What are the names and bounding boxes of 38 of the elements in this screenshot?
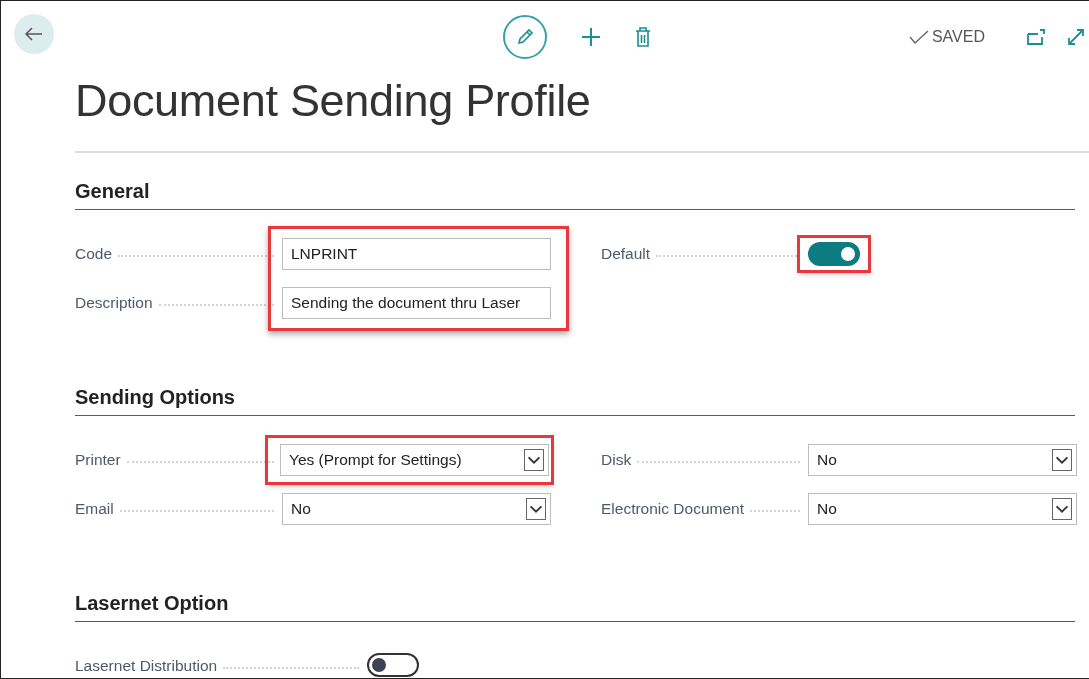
back-arrow-icon	[25, 27, 43, 41]
field-label: Description	[75, 293, 153, 314]
back-button[interactable]	[14, 14, 54, 54]
text-field[interactable]: Sending the document thru Laser	[282, 287, 551, 319]
field-label: Lasernet Distribution	[75, 656, 218, 677]
plus-icon	[581, 27, 601, 47]
field-label: Disk	[601, 450, 632, 471]
window-icon	[1027, 29, 1045, 45]
delete-button[interactable]	[635, 27, 651, 47]
dropdown-field[interactable]: Yes (Prompt for Settings)	[280, 444, 549, 476]
toggle-switch[interactable]	[367, 653, 420, 677]
field-label: Default	[601, 244, 651, 265]
field-label: Printer	[75, 450, 121, 471]
check-icon	[908, 30, 929, 44]
field-label: Code	[75, 244, 113, 265]
text-field[interactable]: LNPRINT	[282, 238, 551, 270]
new-button[interactable]	[581, 27, 601, 47]
field-label: Email	[75, 499, 114, 520]
chevron-down-icon	[524, 449, 544, 471]
saved-text: SAVED	[931, 27, 985, 47]
edit-button[interactable]	[503, 15, 547, 59]
page-title: Document Sending Profile	[75, 74, 592, 128]
chevron-down-icon	[526, 498, 546, 520]
expand-button[interactable]	[1067, 28, 1085, 46]
dropdown-field[interactable]: No	[808, 444, 1077, 476]
open-new-window-button[interactable]	[1027, 28, 1045, 46]
trash-icon	[635, 27, 651, 47]
dropdown-field[interactable]: No	[808, 493, 1077, 525]
chevron-down-icon	[1052, 498, 1072, 520]
expand-icon	[1067, 28, 1085, 46]
section-heading: Lasernet Option	[75, 591, 1075, 622]
field-label: Electronic Document	[601, 499, 744, 520]
dropdown-field[interactable]: No	[282, 493, 551, 525]
chevron-down-icon	[1052, 449, 1072, 471]
section-heading: General	[75, 179, 1075, 210]
toggle-switch[interactable]	[808, 242, 860, 266]
section-heading: Sending Options	[75, 385, 1075, 416]
pencil-icon	[515, 27, 535, 47]
